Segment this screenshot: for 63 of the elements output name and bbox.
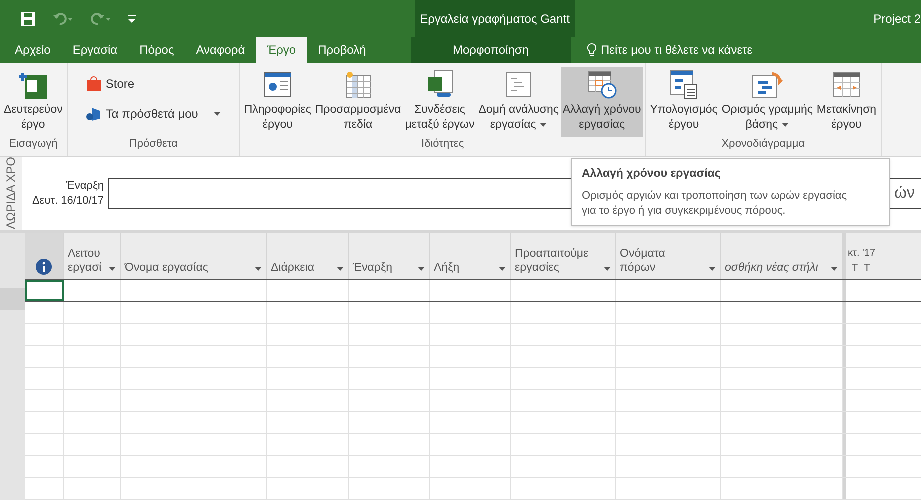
contextual-title: Εργαλεία γραφήματος Gantt: [420, 10, 570, 28]
caret-icon: [540, 122, 548, 127]
ribbon-button[interactable]: Τα πρόσθετά μου: [82, 103, 226, 125]
ribbon-tab[interactable]: Αρχείο: [4, 37, 62, 63]
caret-icon: [499, 267, 506, 271]
ribbon-button[interactable]: Πληροφορίες έργου: [242, 67, 314, 137]
caret-icon: [418, 267, 425, 271]
ribbon-button[interactable]: Store: [82, 73, 226, 95]
table-cell[interactable]: [25, 280, 64, 301]
ribbon-tab[interactable]: Προβολή: [307, 37, 378, 63]
redo-icon[interactable]: [90, 12, 112, 26]
caret-icon: [214, 112, 222, 116]
caret-icon: [782, 122, 790, 127]
customize-toolbar-icon[interactable]: [128, 14, 136, 22]
move-table-icon: [832, 70, 862, 100]
group-label: Πρόσθετα: [128, 137, 179, 151]
ribbon-button[interactable]: Υπολογισμός έργου: [648, 67, 720, 137]
info-panel-icon: [262, 70, 293, 100]
tell-me-field[interactable]: Πείτε μου τι θέλετε να κάνετε: [571, 37, 753, 63]
ribbon-tab[interactable]: Εργασία: [62, 37, 129, 63]
ribbon-button[interactable]: Συνδέσεις μεταξύ έργων: [403, 67, 477, 137]
caret-icon: [831, 267, 838, 271]
timeline-start-label: Έναρξη: [66, 178, 104, 194]
caret-icon: [337, 267, 344, 271]
column-header[interactable]: Προαπαιτούμε εργασίες: [511, 233, 616, 279]
addin-cube-icon: [86, 106, 102, 122]
save-icon[interactable]: [20, 10, 36, 26]
ribbon-button[interactable]: Αλλαγή χρόνου εργασίας: [560, 67, 644, 137]
info-column-header[interactable]: [25, 233, 64, 279]
group-label: Χρονοδιάγραμμα: [720, 137, 806, 151]
column-header[interactable]: Λειτου εργασί: [64, 233, 121, 279]
ribbon-tab[interactable]: Έργο: [256, 37, 308, 63]
baseline-chart-icon: [750, 70, 784, 100]
ribbon-button[interactable]: Προσαρμοσμένα πεδία: [313, 67, 404, 137]
column-header[interactable]: Όνομα εργασίας: [121, 233, 267, 279]
calendar-clock-icon: [586, 70, 618, 100]
ribbon-button[interactable]: Μετακίνηση έργου: [814, 67, 879, 137]
caret-icon: [709, 267, 716, 271]
row-header[interactable]: [0, 288, 25, 310]
group-label: Ιδιότητες: [420, 137, 466, 151]
ribbon-tab[interactable]: Αναφορά: [185, 37, 256, 63]
lightbulb-icon: [587, 43, 597, 57]
group-label: Εισαγωγή: [8, 137, 59, 151]
ribbon-button[interactable]: Ορισμός γραμμής βάσης: [720, 67, 815, 137]
caret-icon: [604, 267, 611, 271]
timeline-side-label: ΛΩΡΙΔΑ ΧΡΟ: [3, 157, 19, 230]
store-bag-icon: [86, 76, 102, 92]
caret-icon: [109, 267, 116, 271]
gantt-timescale: κτ. '17 Τ Τ: [847, 247, 877, 276]
outline-list-icon: [504, 70, 534, 100]
caret-icon: [255, 267, 262, 271]
column-header[interactable]: Έναρξη: [349, 233, 430, 279]
app-title: Project 2: [874, 10, 921, 28]
ribbon-tab[interactable]: Πόρος: [128, 37, 186, 63]
undo-icon[interactable]: [52, 12, 74, 26]
ribbon-button[interactable]: Δομή ανάλυσης εργασίας: [476, 67, 561, 137]
calculator-chart-icon: [668, 69, 700, 101]
timeline-start-date: Δευτ. 16/10/17: [32, 194, 104, 208]
column-header[interactable]: Διάρκεια: [267, 233, 349, 279]
column-header[interactable]: Ονόματα πόρων: [616, 233, 721, 279]
ribbon-button[interactable]: Δευτερεύον έργο: [2, 67, 65, 137]
column-header[interactable]: Λήξη: [430, 233, 511, 279]
info-icon: [36, 259, 52, 275]
